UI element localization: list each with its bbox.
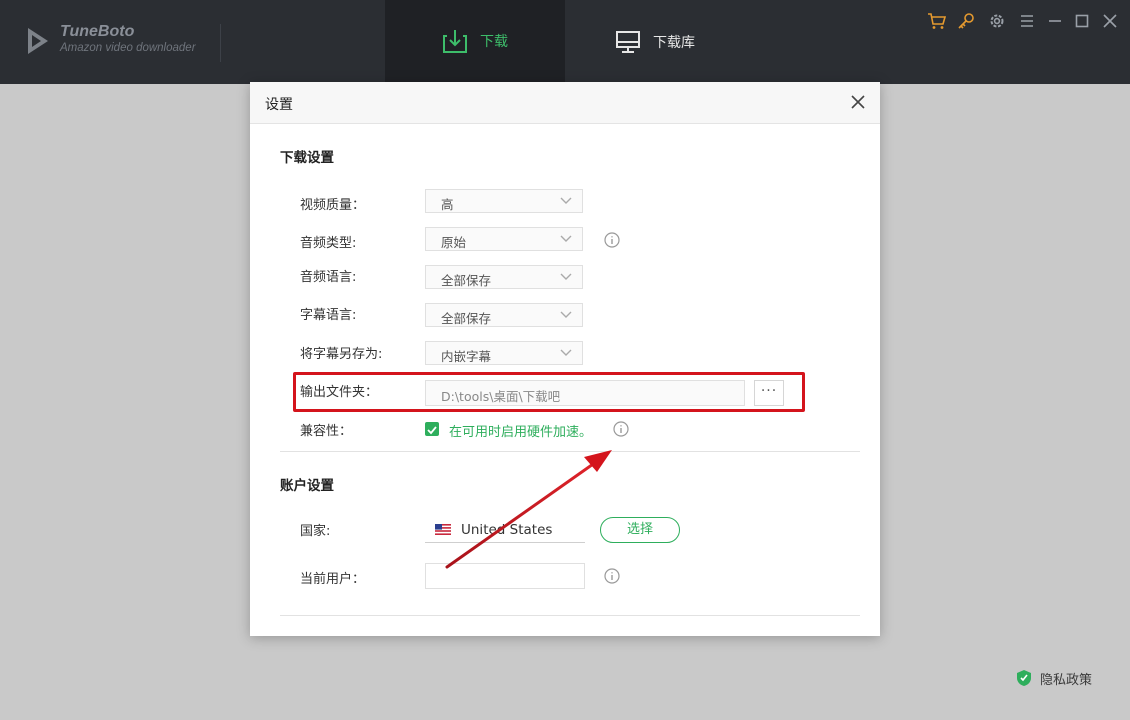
chevron-down-icon xyxy=(560,235,572,242)
minimize-icon[interactable] xyxy=(1045,11,1065,31)
us-flag-icon xyxy=(435,524,451,535)
info-icon[interactable] xyxy=(604,568,620,584)
privacy-policy-label: 隐私政策 xyxy=(1040,672,1093,688)
chevron-down-icon xyxy=(560,311,572,318)
app-header: TuneBoto Amazon video downloader 下载 下载库 xyxy=(0,0,1130,84)
country-value: United States xyxy=(461,522,553,538)
current-user-field[interactable] xyxy=(425,563,585,589)
section-divider xyxy=(280,615,860,616)
maximize-icon[interactable] xyxy=(1072,11,1092,31)
download-icon xyxy=(443,30,467,53)
check-icon xyxy=(427,426,437,435)
save-subtitle-as-label: 将字幕另存为: xyxy=(300,347,383,362)
subtitle-language-label: 字幕语言: xyxy=(300,308,357,323)
country-label: 国家: xyxy=(300,524,331,539)
privacy-policy-link[interactable]: 隐私政策 xyxy=(1016,666,1092,690)
audio-type-select[interactable]: 原始 xyxy=(425,227,583,251)
account-settings-title: 账户设置 xyxy=(280,478,334,494)
save-subtitle-as-select[interactable]: 内嵌字幕 xyxy=(425,341,583,365)
compatibility-label: 兼容性： xyxy=(300,424,353,439)
chevron-down-icon xyxy=(560,349,572,356)
video-quality-label: 视频质量： xyxy=(300,198,366,213)
info-icon[interactable] xyxy=(604,232,620,248)
menu-icon[interactable] xyxy=(1017,11,1037,31)
subtitle-language-select[interactable]: 全部保存 xyxy=(425,303,583,327)
shield-icon xyxy=(1017,670,1031,686)
play-logo-icon xyxy=(28,28,48,54)
country-field[interactable]: United States xyxy=(425,518,585,543)
dialog-title: 设置 xyxy=(265,97,293,113)
key-icon[interactable] xyxy=(956,11,976,31)
tab-download[interactable]: 下载 xyxy=(385,0,565,84)
select-country-button[interactable]: 选择 xyxy=(600,517,680,543)
save-subtitle-as-value: 内嵌字幕 xyxy=(441,349,492,364)
monitor-icon xyxy=(616,31,640,53)
subtitle-language-value: 全部保存 xyxy=(441,311,492,326)
current-user-label: 当前用户： xyxy=(300,572,366,587)
dialog-header: 设置 xyxy=(250,82,880,124)
settings-dialog: 设置 下载设置 视频质量： 高 音频类型: 原始 音频语言: 全部保存 字幕语言… xyxy=(250,82,880,636)
cart-icon[interactable] xyxy=(927,11,947,31)
audio-language-label: 音频语言: xyxy=(300,270,357,285)
app-logo: TuneBoto Amazon video downloader xyxy=(24,22,224,62)
download-settings-title: 下载设置 xyxy=(280,150,334,166)
video-quality-select[interactable]: 高 xyxy=(425,189,583,213)
hardware-acceleration-label[interactable]: 在可用时启用硬件加速。 xyxy=(449,421,592,440)
tab-library[interactable]: 下载库 xyxy=(565,0,745,84)
app-subtitle: Amazon video downloader xyxy=(60,42,196,54)
audio-language-select[interactable]: 全部保存 xyxy=(425,265,583,289)
chevron-down-icon xyxy=(560,197,572,204)
gear-icon[interactable] xyxy=(987,11,1007,31)
video-quality-value: 高 xyxy=(441,197,454,212)
highlight-box xyxy=(293,372,805,412)
close-icon[interactable] xyxy=(1100,11,1120,31)
tab-library-label: 下载库 xyxy=(653,35,695,51)
audio-type-value: 原始 xyxy=(441,235,467,250)
header-divider xyxy=(220,24,221,62)
section-divider xyxy=(280,451,860,452)
info-icon[interactable] xyxy=(613,421,629,437)
tab-download-label: 下载 xyxy=(480,34,508,50)
audio-language-value: 全部保存 xyxy=(441,273,492,288)
app-name: TuneBoto xyxy=(60,23,135,40)
audio-type-label: 音频类型: xyxy=(300,236,357,251)
chevron-down-icon xyxy=(560,273,572,280)
dialog-close-icon[interactable] xyxy=(850,94,866,110)
hardware-acceleration-checkbox[interactable] xyxy=(425,422,439,436)
